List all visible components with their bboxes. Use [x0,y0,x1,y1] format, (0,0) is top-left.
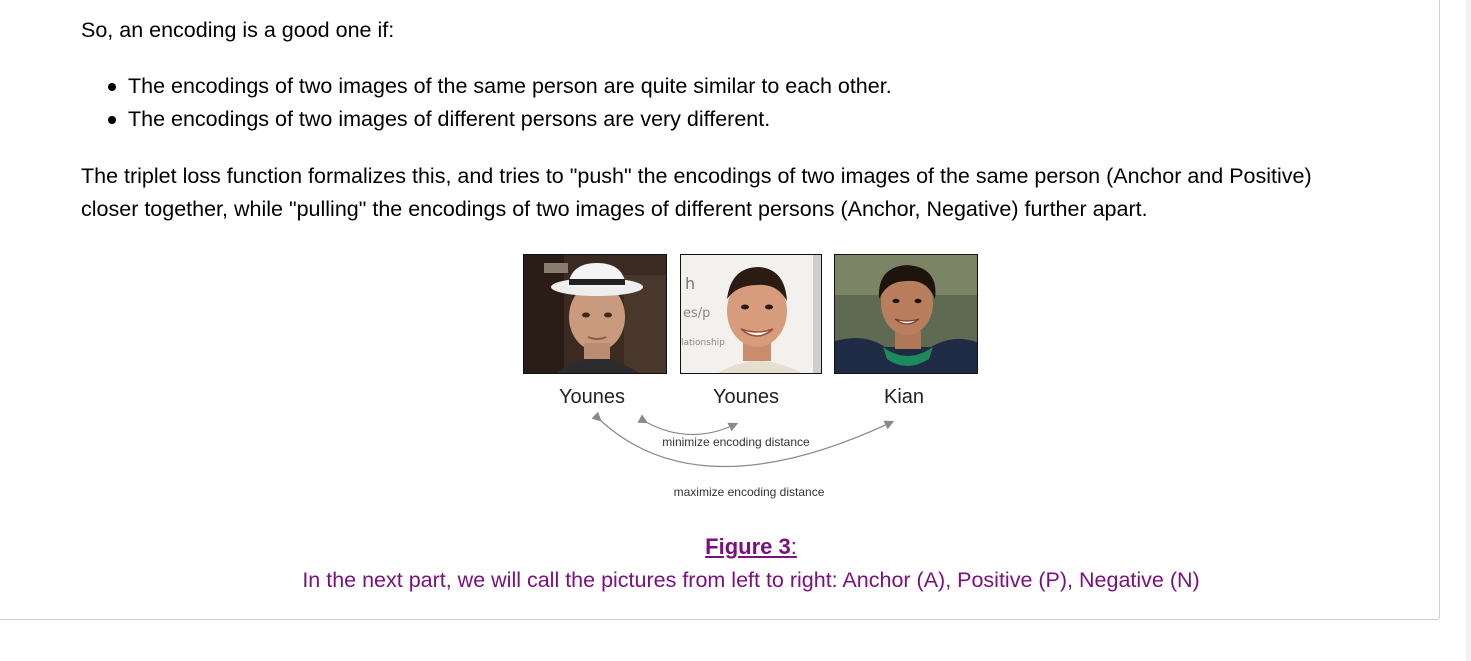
positive-photo: h es/p lationship [680,254,822,374]
negative-photo [834,254,978,374]
intro-text: So, an encoding is a good one if: [81,18,395,42]
anchor-photo [523,254,667,374]
scrollbar-track[interactable] [1466,0,1471,661]
notebook-page: So, an encoding is a good one if: The en… [0,0,1471,661]
minimize-distance-label: minimize encoding distance [662,435,810,449]
figure-title: Figure 3: [705,534,797,560]
whiteboard-text: lationship [681,338,725,348]
whiteboard-text: h [685,274,695,293]
list-item: The encodings of two images of different… [108,103,892,136]
minimize-arrow [637,414,739,436]
figure-title-text: Figure 3 [705,534,791,559]
figure-title-colon: : [790,534,797,559]
whiteboard-text: es/p [683,306,710,321]
figure-caption: In the next part, we will call the pictu… [302,568,1200,592]
triplet-figure: h es/p lationship Younes Younes Kian min… [520,254,982,504]
criteria-list: The encodings of two images of the same … [81,70,892,136]
list-item: The encodings of two images of the same … [108,70,892,103]
paragraph-line-1: The triplet loss function formalizes thi… [81,164,1312,188]
paragraph-line-2: closer together, while "pulling" the enc… [81,197,1148,221]
maximize-distance-label: maximize encoding distance [673,485,825,499]
